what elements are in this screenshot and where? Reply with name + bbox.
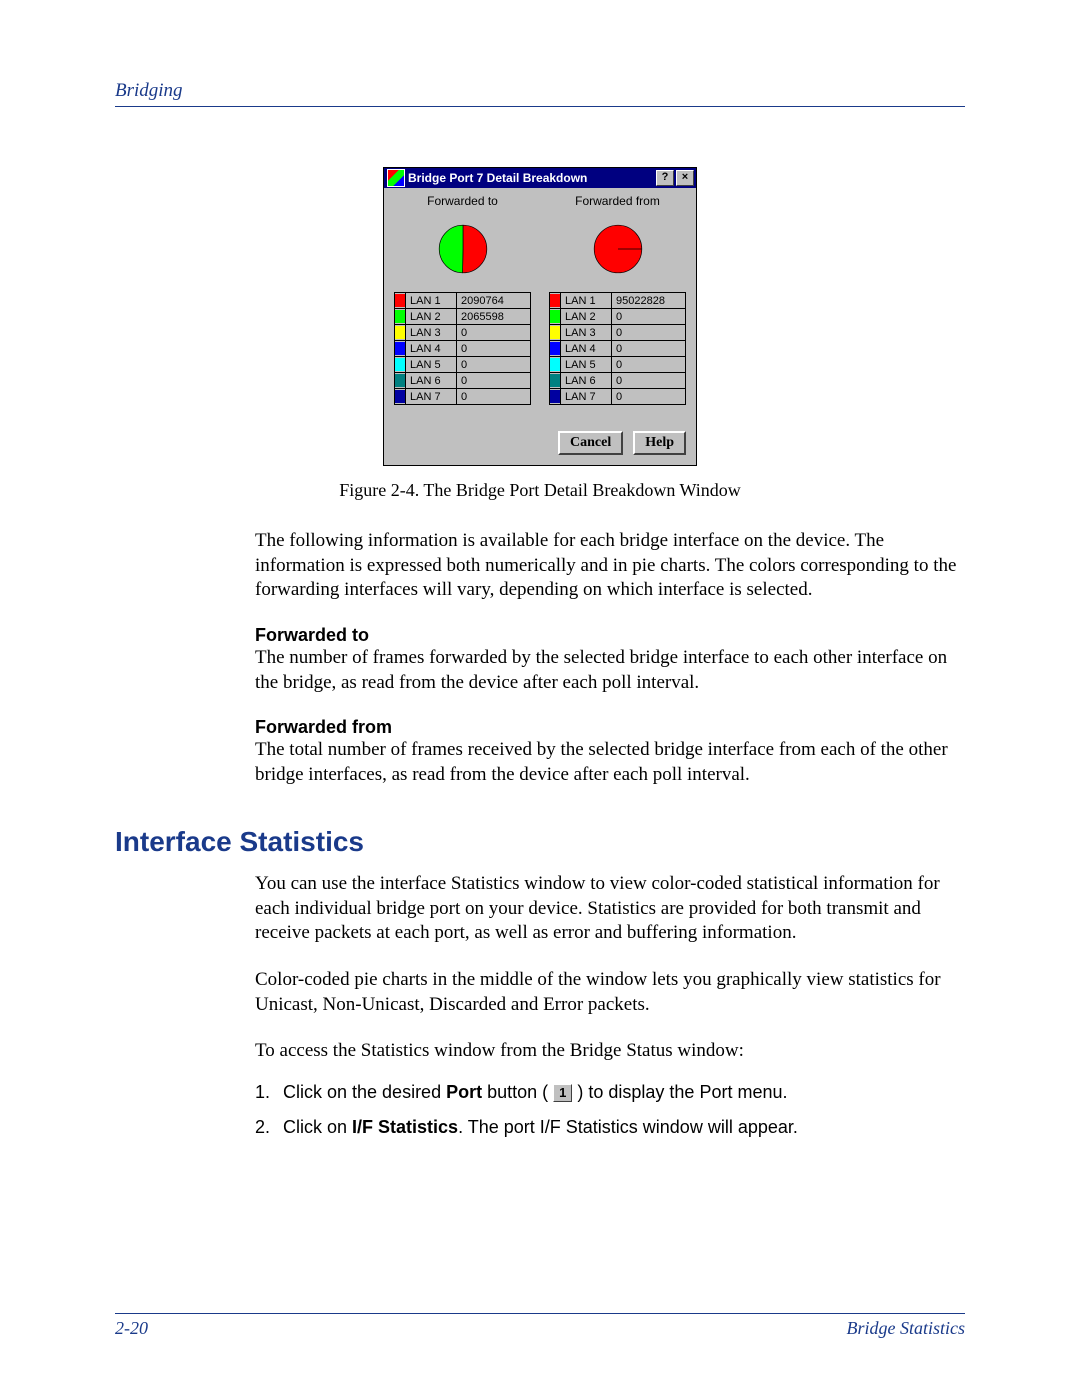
help-button[interactable]: Help: [633, 431, 686, 455]
forwarded-to-text: The number of frames forwarded by the se…: [255, 646, 965, 695]
table-row: LAN 50: [550, 357, 686, 373]
cancel-button[interactable]: Cancel: [558, 431, 623, 455]
forwarded-to-column: Forwarded to LAN 12090764LAN 22065598LAN…: [394, 194, 531, 405]
table-row: LAN 20: [550, 309, 686, 325]
section-heading: Interface Statistics: [115, 826, 965, 858]
step-2-number: 2.: [255, 1113, 283, 1142]
table-row: LAN 60: [395, 373, 531, 389]
footer-section: Bridge Statistics: [847, 1318, 966, 1339]
forwarded-from-text: The total number of frames received by t…: [255, 738, 965, 787]
figure-block: Bridge Port 7 Detail Breakdown ? × Forwa…: [115, 167, 965, 501]
table-row: LAN 70: [395, 389, 531, 405]
table-row: LAN 195022828: [550, 293, 686, 309]
step-2-text: Click on I/F Statistics. The port I/F St…: [283, 1113, 798, 1142]
titlebar-close-button[interactable]: ×: [676, 170, 694, 186]
steps-list: 1. Click on the desired Port button ( 1 …: [255, 1078, 965, 1142]
forwarded-to-heading: Forwarded to: [255, 625, 965, 646]
header-section-title: Bridging: [115, 80, 183, 101]
forwarded-from-label: Forwarded from: [549, 194, 686, 208]
forwarded-to-label: Forwarded to: [394, 194, 531, 208]
table-row: LAN 30: [550, 325, 686, 341]
table-row: LAN 50: [395, 357, 531, 373]
step-1: 1. Click on the desired Port button ( 1 …: [255, 1078, 965, 1107]
forwarded-to-pie-chart: [428, 214, 498, 284]
body-content: The following information is available f…: [255, 529, 965, 788]
forwarded-from-heading: Forwarded from: [255, 717, 965, 738]
table-row: LAN 30: [395, 325, 531, 341]
dialog-titlebar: Bridge Port 7 Detail Breakdown ? ×: [384, 168, 696, 188]
section-p3: To access the Statistics window from the…: [255, 1039, 965, 1064]
forwarded-from-pie-chart: [583, 214, 653, 284]
footer-page-number: 2-20: [115, 1318, 148, 1339]
section-p2: Color-coded pie charts in the middle of …: [255, 968, 965, 1017]
table-row: LAN 22065598: [395, 309, 531, 325]
titlebar-help-button[interactable]: ?: [656, 170, 674, 186]
step-2: 2. Click on I/F Statistics. The port I/F…: [255, 1113, 965, 1142]
forwarded-to-table: LAN 12090764LAN 22065598LAN 30LAN 40LAN …: [394, 292, 531, 405]
table-row: LAN 12090764: [395, 293, 531, 309]
forwarded-from-column: Forwarded from LAN 195022828LAN 20LAN 30…: [549, 194, 686, 405]
forwarded-from-table: LAN 195022828LAN 20LAN 30LAN 40LAN 50LAN…: [549, 292, 686, 405]
page-footer: 2-20 Bridge Statistics: [115, 1313, 965, 1339]
app-icon: [387, 169, 405, 187]
table-row: LAN 40: [550, 341, 686, 357]
step-1-number: 1.: [255, 1078, 283, 1107]
intro-paragraph: The following information is available f…: [255, 529, 965, 603]
figure-caption: Figure 2-4. The Bridge Port Detail Break…: [115, 480, 965, 501]
table-row: LAN 70: [550, 389, 686, 405]
table-row: LAN 60: [550, 373, 686, 389]
step-1-text: Click on the desired Port button ( 1 ) t…: [283, 1078, 787, 1107]
dialog-title: Bridge Port 7 Detail Breakdown: [408, 171, 656, 185]
dialog-window: Bridge Port 7 Detail Breakdown ? × Forwa…: [383, 167, 697, 466]
page-header: Bridging: [115, 80, 965, 107]
table-row: LAN 40: [395, 341, 531, 357]
port-button-icon: 1: [553, 1084, 572, 1102]
section-p1: You can use the interface Statistics win…: [255, 872, 965, 946]
